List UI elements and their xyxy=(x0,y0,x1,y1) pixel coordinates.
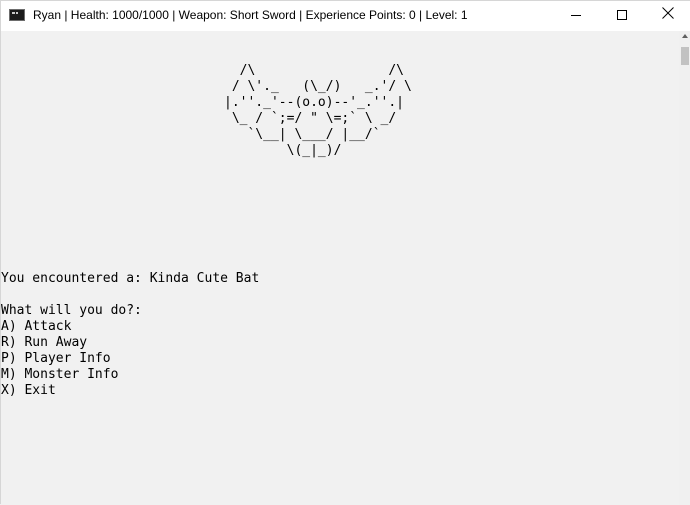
bat-ascii-art: /\ /\ / \'._ (\_/) _.'/ \ |.''._'--(o.o)… xyxy=(224,63,412,158)
window-title: Ryan | Health: 1000/1000 | Weapon: Short… xyxy=(33,8,468,22)
option-monster-info: M) Monster Info xyxy=(1,367,119,382)
maximize-icon xyxy=(617,10,627,20)
option-attack: A) Attack xyxy=(1,319,72,334)
option-exit: X) Exit xyxy=(1,383,56,398)
close-icon xyxy=(662,7,674,19)
scroll-up-arrow-icon[interactable] xyxy=(682,34,688,38)
console-output[interactable]: /\ /\ / \'._ (\_/) _.'/ \ |.''._'--(o.o)… xyxy=(1,31,679,505)
title-bar[interactable]: Ryan | Health: 1000/1000 | Weapon: Short… xyxy=(1,1,690,31)
close-button[interactable] xyxy=(645,1,690,31)
console-window: Ryan | Health: 1000/1000 | Weapon: Short… xyxy=(0,0,690,505)
minimize-icon xyxy=(571,15,581,16)
maximize-button[interactable] xyxy=(599,1,645,31)
action-prompt: What will you do?: xyxy=(1,303,142,318)
option-player-info: P) Player Info xyxy=(1,351,111,366)
option-run-away: R) Run Away xyxy=(1,335,88,350)
scrollbar-thumb[interactable] xyxy=(681,47,689,65)
console-icon[interactable] xyxy=(9,9,25,21)
encounter-text: You encountered a: Kinda Cute Bat xyxy=(1,271,260,286)
minimize-button[interactable] xyxy=(553,1,599,31)
vertical-scrollbar[interactable] xyxy=(679,31,690,505)
